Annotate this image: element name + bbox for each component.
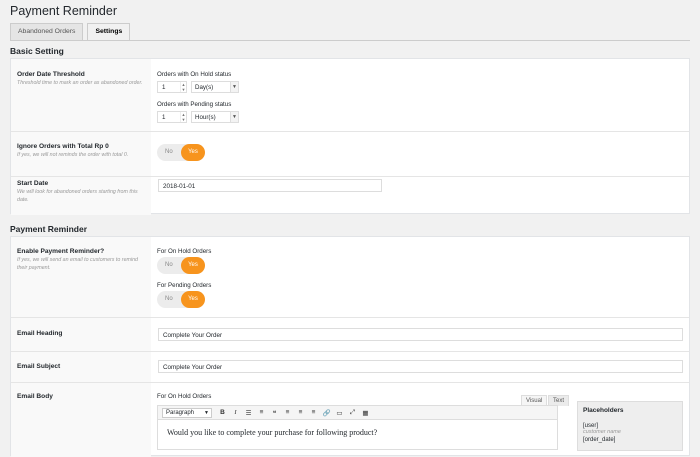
chevron-down-icon: ▼: [230, 82, 238, 92]
bullet-list-icon[interactable]: ☰: [242, 409, 255, 417]
nav-tabs: Abandoned Orders Settings: [10, 23, 134, 41]
start-date-desc: We will look for abandoned orders starti…: [17, 189, 138, 203]
link-icon[interactable]: 🔗: [320, 409, 333, 417]
enable-desc: If yes, we will send an email to custome…: [17, 257, 138, 271]
email-body-editor[interactable]: Would you like to complete your purchase…: [157, 420, 558, 450]
email-heading-label: Email Heading: [17, 330, 63, 337]
row-enable-reminder: Enable Payment Reminder? If yes, we will…: [11, 237, 689, 318]
format-select[interactable]: Paragraph ▼: [162, 407, 212, 418]
start-date-label: Start Date: [17, 180, 49, 187]
threshold-label: Order Date Threshold: [17, 71, 85, 78]
ignore-zero-toggle[interactable]: No Yes: [157, 144, 205, 161]
placeholder-desc: customer name: [583, 429, 621, 435]
placeholder-tag: [order_date]: [583, 437, 616, 443]
enable-pending-toggle[interactable]: No Yes: [157, 291, 205, 308]
read-more-icon[interactable]: ▭: [333, 409, 346, 417]
toolbar-toggle-icon[interactable]: ▦: [359, 409, 372, 417]
start-date-input[interactable]: 2018-01-01: [158, 179, 382, 192]
email-subject-input[interactable]: Complete Your Order: [158, 360, 683, 373]
bold-icon[interactable]: B: [216, 409, 229, 416]
stepper-icon[interactable]: ▲ ▼: [180, 82, 186, 92]
email-body-for-label: For On Hold Orders: [157, 393, 212, 400]
on-hold-unit-select[interactable]: Day(s) ▼: [191, 81, 239, 93]
enable-label: Enable Payment Reminder?: [17, 248, 105, 255]
tab-settings[interactable]: Settings: [87, 23, 131, 41]
pending-threshold-label: Orders with Pending status: [157, 101, 232, 108]
tabs-divider: [10, 39, 690, 41]
row-email-subject: Email Subject Complete Your Order: [11, 352, 689, 383]
email-subject-label: Email Subject: [17, 363, 61, 370]
fullscreen-icon[interactable]: ⤢: [346, 409, 359, 417]
on-hold-threshold-input[interactable]: 1 ▲ ▼: [157, 81, 187, 93]
align-right-icon[interactable]: ≡: [307, 409, 320, 416]
blockquote-icon[interactable]: ❝: [268, 409, 281, 417]
ignore-desc: If yes, we will not reminds the order wi…: [17, 152, 129, 158]
on-hold-threshold-label: Orders with On Hold status: [157, 71, 232, 78]
threshold-desc: Threshold time to mark an order as aband…: [17, 80, 143, 86]
enable-on-hold-toggle[interactable]: No Yes: [157, 257, 205, 274]
section-title-reminder: Payment Reminder: [10, 224, 87, 234]
placeholders-panel: Placeholders [user] customer name [order…: [577, 401, 683, 451]
tab-abandoned-orders[interactable]: Abandoned Orders: [10, 23, 84, 40]
enable-on-hold-label: For On Hold Orders: [157, 248, 212, 255]
row-ignore-zero: Ignore Orders with Total Rp 0 If yes, we…: [11, 132, 689, 177]
email-body-label: Email Body: [17, 393, 53, 400]
numbered-list-icon[interactable]: ≡: [255, 409, 268, 416]
row-email-heading: Email Heading Complete Your Order: [11, 318, 689, 352]
editor-toolbar: Paragraph ▼ B I ☰ ≡ ❝ ≡ ≡ ≡ 🔗 ▭ ⤢ ▦: [157, 405, 558, 420]
align-left-icon[interactable]: ≡: [281, 409, 294, 416]
align-center-icon[interactable]: ≡: [294, 409, 307, 416]
chevron-down-icon: ▼: [230, 112, 238, 122]
chevron-down-icon: ▼: [204, 409, 209, 416]
row-start-date: Start Date We will look for abandoned or…: [11, 177, 689, 215]
row-order-threshold: Order Date Threshold Threshold time to m…: [11, 59, 689, 132]
email-heading-input[interactable]: Complete Your Order: [158, 328, 683, 341]
ignore-label: Ignore Orders with Total Rp 0: [17, 143, 109, 150]
pending-threshold-input[interactable]: 1 ▲ ▼: [157, 111, 187, 123]
page-title: Payment Reminder: [10, 4, 117, 18]
basic-settings-box: Order Date Threshold Threshold time to m…: [10, 58, 690, 215]
section-title-basic: Basic Setting: [10, 46, 64, 56]
enable-pending-label: For Pending Orders: [157, 282, 212, 289]
placeholders-title: Placeholders: [583, 407, 624, 414]
italic-icon[interactable]: I: [229, 409, 242, 416]
stepper-icon[interactable]: ▲ ▼: [180, 112, 186, 122]
pending-unit-select[interactable]: Hour(s) ▼: [191, 111, 239, 123]
